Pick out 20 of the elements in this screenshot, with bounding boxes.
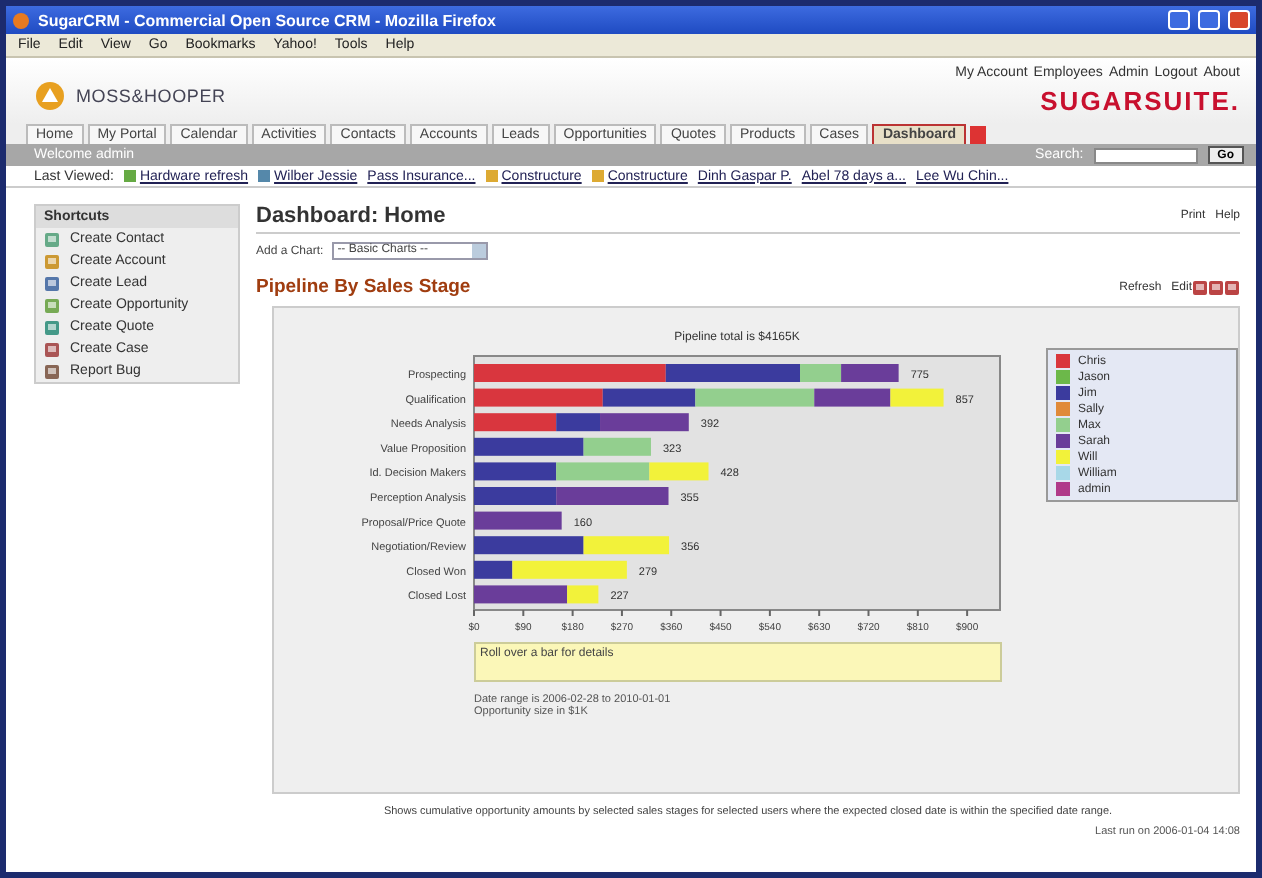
bar-segment[interactable] <box>800 364 842 382</box>
maximize-button[interactable] <box>1198 10 1220 30</box>
close-button[interactable] <box>1228 10 1250 30</box>
brand-logo: SUGARSUITE. <box>1040 86 1240 116</box>
bar-segment[interactable] <box>474 536 584 555</box>
add-tab-icon[interactable] <box>970 126 987 144</box>
search-field[interactable] <box>1093 147 1198 163</box>
minimize-button[interactable] <box>1168 10 1190 30</box>
company-logo: MOSS&HOOPER <box>76 85 226 105</box>
bar-segment[interactable] <box>556 413 600 432</box>
page-title: Dashboard: Home <box>256 204 448 228</box>
firefox-icon <box>12 11 30 29</box>
logo-icon <box>34 79 66 111</box>
bar-segment[interactable] <box>474 413 557 432</box>
close-icon <box>1224 279 1240 295</box>
panel-title: Pipeline By Sales Stage <box>256 276 473 298</box>
bar-segment[interactable] <box>600 413 689 432</box>
window-title: SugarCRM - Commercial Open Source CRM - Mozilla Firefox <box>38 11 498 29</box>
bar-segment[interactable] <box>474 585 568 604</box>
bar-segment[interactable] <box>474 462 557 481</box>
